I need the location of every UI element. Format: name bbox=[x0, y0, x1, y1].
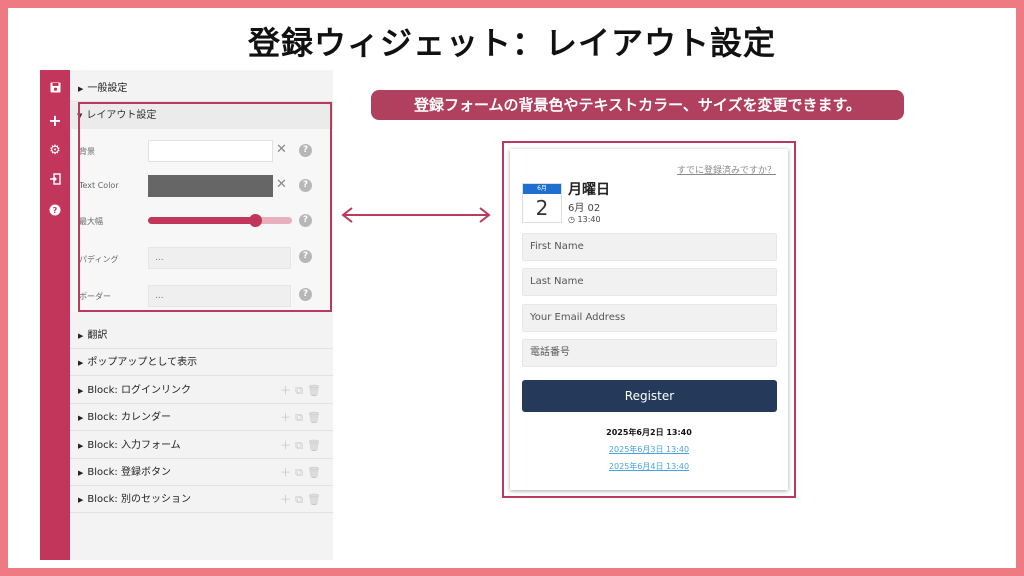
sign-in-icon[interactable] bbox=[40, 171, 70, 193]
block-row[interactable]: ▶ Block: ログインリンク ＋⧉🗑 bbox=[70, 377, 333, 404]
caret-right-icon: ▶ bbox=[78, 469, 84, 477]
layout-highlight-frame bbox=[78, 102, 332, 312]
calendar-month: 6月 bbox=[523, 184, 561, 194]
block-label: Block: カレンダー bbox=[87, 412, 171, 423]
session-date: 6月 02 bbox=[568, 203, 601, 214]
annotation-callout: 登録フォームの背景色やテキストカラー、サイズを変更できます。 bbox=[371, 90, 904, 120]
help-icon[interactable]: ? bbox=[40, 202, 70, 224]
block-tools[interactable]: ＋⧉🗑 bbox=[280, 486, 325, 513]
clock-icon: ◷ bbox=[568, 215, 575, 224]
caret-right-icon: ▶ bbox=[78, 414, 84, 422]
block-label: Block: 入力フォーム bbox=[87, 440, 181, 451]
block-label: Block: 登録ボタン bbox=[87, 467, 171, 478]
editor-icon-bar: + ⚙ ? bbox=[40, 70, 70, 560]
page-title: 登録ウィジェット：レイアウト設定 bbox=[247, 24, 776, 62]
phone-field[interactable]: 電話番号 bbox=[522, 339, 777, 367]
caret-right-icon: ▶ bbox=[78, 332, 84, 340]
selected-session: 2025年6月2日 13:40 bbox=[606, 428, 692, 437]
block-label: Block: 別のセッション bbox=[87, 494, 191, 505]
first-name-field[interactable]: First Name bbox=[522, 233, 777, 261]
login-link[interactable]: すでに登録済みですか？ bbox=[677, 163, 776, 176]
section-translation-label: 翻訳 bbox=[87, 330, 108, 341]
block-tools[interactable]: ＋⧉🗑 bbox=[280, 404, 325, 431]
section-general-label: 一般設定 bbox=[87, 83, 128, 94]
caret-right-icon: ▶ bbox=[78, 496, 84, 504]
email-field[interactable]: Your Email Address bbox=[522, 304, 777, 332]
last-name-field[interactable]: Last Name bbox=[522, 268, 777, 296]
other-session-link[interactable]: 2025年6月4日 13:40 bbox=[510, 461, 788, 472]
section-general[interactable]: ▶ 一般設定 bbox=[70, 75, 333, 102]
block-tools[interactable]: ＋⧉🗑 bbox=[280, 432, 325, 459]
section-popup-label: ポップアップとして表示 bbox=[87, 357, 198, 368]
block-row[interactable]: ▶ Block: 別のセッション ＋⧉🗑 bbox=[70, 486, 333, 513]
day-of-week: 月曜日 bbox=[568, 182, 610, 198]
caret-right-icon: ▶ bbox=[78, 442, 84, 450]
block-tools[interactable]: ＋⧉🗑 bbox=[280, 459, 325, 486]
svg-text:?: ? bbox=[53, 206, 58, 215]
section-popup[interactable]: ▶ ポップアップとして表示 bbox=[70, 349, 333, 376]
calendar-icon: 6月 2 bbox=[522, 183, 562, 223]
gear-icon[interactable]: ⚙ bbox=[40, 140, 70, 162]
preview-frame: すでに登録済みですか？ 6月 2 月曜日 6月 02 ◷ 13:40 First… bbox=[502, 141, 796, 498]
block-tools[interactable]: ＋⧉🗑 bbox=[280, 377, 325, 404]
double-arrow-icon bbox=[341, 207, 491, 223]
calendar-day: 2 bbox=[535, 196, 549, 220]
caret-right-icon: ▶ bbox=[78, 359, 84, 367]
caret-right-icon: ▶ bbox=[78, 85, 84, 93]
save-icon[interactable] bbox=[40, 79, 70, 101]
block-row[interactable]: ▶ Block: カレンダー ＋⧉🗑 bbox=[70, 404, 333, 431]
session-time-row: ◷ 13:40 bbox=[568, 215, 601, 224]
block-row[interactable]: ▶ Block: 登録ボタン ＋⧉🗑 bbox=[70, 459, 333, 486]
block-label: Block: ログインリンク bbox=[87, 385, 191, 396]
other-session-link[interactable]: 2025年6月3日 13:40 bbox=[510, 444, 788, 455]
section-translation[interactable]: ▶ 翻訳 bbox=[70, 322, 333, 349]
block-row[interactable]: ▶ Block: 入力フォーム ＋⧉🗑 bbox=[70, 432, 333, 459]
registration-widget-preview: すでに登録済みですか？ 6月 2 月曜日 6月 02 ◷ 13:40 First… bbox=[510, 149, 788, 490]
register-button[interactable]: Register bbox=[522, 380, 777, 412]
plus-icon[interactable]: + bbox=[40, 110, 70, 132]
session-time: 13:40 bbox=[577, 215, 601, 224]
caret-right-icon: ▶ bbox=[78, 387, 84, 395]
